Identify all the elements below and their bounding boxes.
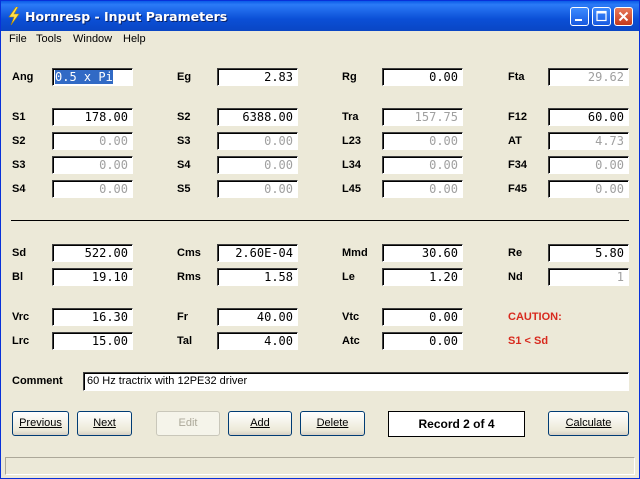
app-icon xyxy=(8,7,20,25)
minimize-icon xyxy=(575,19,582,21)
comment-field[interactable]: 60 Hz tractrix with 12PE32 driver xyxy=(83,372,629,391)
previous-button[interactable]: Previous xyxy=(12,411,69,436)
field-tra: 157.75 xyxy=(382,108,463,126)
field-vtc[interactable]: 0.00 xyxy=(382,308,463,326)
window-title: Hornresp - Input Parameters xyxy=(25,9,228,24)
field-f34[interactable]: 0.00 xyxy=(548,156,629,174)
field-s2-top[interactable]: 6388.00 xyxy=(217,108,298,126)
field-fr[interactable]: 40.00 xyxy=(217,308,298,326)
field-fta: 29.62 xyxy=(548,68,629,86)
field-rg[interactable]: 0.00 xyxy=(382,68,463,86)
label-f12: F12 xyxy=(508,111,527,123)
label-s2-top: S2 xyxy=(177,111,191,123)
label-vrc: Vrc xyxy=(12,311,30,323)
label-ang: Ang xyxy=(12,71,34,83)
label-s2: S2 xyxy=(12,135,26,147)
field-atc[interactable]: 0.00 xyxy=(382,332,463,350)
field-re[interactable]: 5.80 xyxy=(548,244,629,262)
field-l45[interactable]: 0.00 xyxy=(382,180,463,198)
field-tal[interactable]: 4.00 xyxy=(217,332,298,350)
field-sd[interactable]: 522.00 xyxy=(52,244,133,262)
field-nd[interactable]: 1 xyxy=(548,268,629,286)
section-divider xyxy=(11,220,629,221)
close-icon xyxy=(618,11,629,22)
maximize-icon xyxy=(596,10,607,22)
menu-bar: File Tools Window Help xyxy=(1,31,639,49)
field-vrc[interactable]: 16.30 xyxy=(52,308,133,326)
field-eg[interactable]: 2.83 xyxy=(217,68,298,86)
label-s4: S4 xyxy=(12,183,26,195)
field-s4[interactable]: 0.00 xyxy=(52,180,133,198)
menu-file[interactable]: File xyxy=(9,33,27,45)
label-le: Le xyxy=(342,271,355,283)
field-rms[interactable]: 1.58 xyxy=(217,268,298,286)
label-fta: Fta xyxy=(508,71,525,83)
label-s5: S5 xyxy=(177,183,191,195)
field-mmd[interactable]: 30.60 xyxy=(382,244,463,262)
field-bl[interactable]: 19.10 xyxy=(52,268,133,286)
status-bar xyxy=(5,457,635,475)
calculate-button[interactable]: Calculate xyxy=(548,411,629,436)
menu-window[interactable]: Window xyxy=(73,33,112,45)
menu-help[interactable]: Help xyxy=(123,33,146,45)
label-l34: L34 xyxy=(342,159,361,171)
label-sd: Sd xyxy=(12,247,27,259)
label-tra: Tra xyxy=(342,111,359,123)
label-lrc: Lrc xyxy=(12,335,30,347)
record-indicator: Record 2 of 4 xyxy=(388,411,525,437)
label-mmd: Mmd xyxy=(342,247,368,259)
field-s2[interactable]: 0.00 xyxy=(52,132,133,150)
field-f12[interactable]: 60.00 xyxy=(548,108,629,126)
field-s4-top[interactable]: 0.00 xyxy=(217,156,298,174)
close-button[interactable] xyxy=(614,7,633,26)
field-l23[interactable]: 0.00 xyxy=(382,132,463,150)
add-button[interactable]: Add xyxy=(228,411,292,436)
label-tal: Tal xyxy=(177,335,193,347)
label-eg: Eg xyxy=(177,71,192,83)
label-s4-top: S4 xyxy=(177,159,191,171)
ang-value: 0.5 x Pi xyxy=(55,70,113,84)
label-s3-top: S3 xyxy=(177,135,191,147)
field-at: 4.73 xyxy=(548,132,629,150)
label-vtc: Vtc xyxy=(342,311,360,323)
field-f45[interactable]: 0.00 xyxy=(548,180,629,198)
field-s3[interactable]: 0.00 xyxy=(52,156,133,174)
label-fr: Fr xyxy=(177,311,188,323)
label-bl: Bl xyxy=(12,271,23,283)
field-le[interactable]: 1.20 xyxy=(382,268,463,286)
caution-label: CAUTION: xyxy=(508,311,562,323)
label-re: Re xyxy=(508,247,523,259)
field-s1[interactable]: 178.00 xyxy=(52,108,133,126)
label-comment: Comment xyxy=(12,375,63,387)
edit-button[interactable]: Edit xyxy=(156,411,220,436)
hornresp-window: Hornresp - Input Parameters File Tools W… xyxy=(0,0,640,479)
label-atc: Atc xyxy=(342,335,360,347)
label-s3: S3 xyxy=(12,159,26,171)
title-bar[interactable]: Hornresp - Input Parameters xyxy=(1,1,639,31)
menu-tools[interactable]: Tools xyxy=(36,33,62,45)
maximize-button[interactable] xyxy=(592,7,611,26)
field-s3-top[interactable]: 0.00 xyxy=(217,132,298,150)
next-button[interactable]: Next xyxy=(77,411,132,436)
label-rg: Rg xyxy=(342,71,357,83)
minimize-button[interactable] xyxy=(570,7,589,26)
label-rms: Rms xyxy=(177,271,201,283)
field-cms[interactable]: 2.60E-04 xyxy=(217,244,298,262)
label-nd: Nd xyxy=(508,271,523,283)
label-s1: S1 xyxy=(12,111,26,123)
label-l45: L45 xyxy=(342,183,361,195)
delete-button[interactable]: Delete xyxy=(300,411,365,436)
field-lrc[interactable]: 15.00 xyxy=(52,332,133,350)
field-s5[interactable]: 0.00 xyxy=(217,180,298,198)
caution-message: S1 < Sd xyxy=(508,335,549,347)
label-f34: F34 xyxy=(508,159,527,171)
label-l23: L23 xyxy=(342,135,361,147)
label-at: AT xyxy=(508,135,522,147)
label-cms: Cms xyxy=(177,247,201,259)
field-ang[interactable]: 0.5 x Pi xyxy=(52,68,133,86)
label-f45: F45 xyxy=(508,183,527,195)
field-l34[interactable]: 0.00 xyxy=(382,156,463,174)
